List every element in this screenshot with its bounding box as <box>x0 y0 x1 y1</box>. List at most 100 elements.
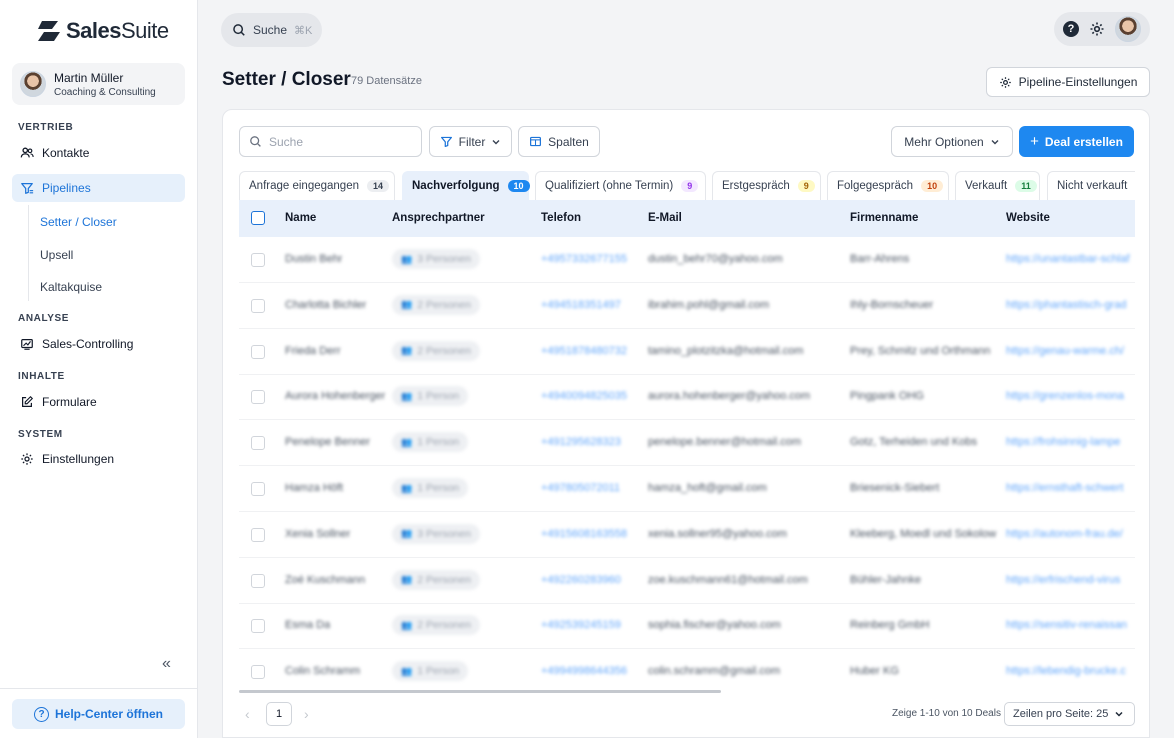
row-checkbox[interactable] <box>251 344 265 359</box>
contact-persons-pill[interactable]: 👥 2 Personen <box>392 569 480 590</box>
table-row[interactable]: Frieda Derr +4951878480732 tamino_plotzitz… <box>239 329 1135 375</box>
tab-stage[interactable]: Anfrage eingegangen 14 <box>239 171 395 200</box>
cell-phone[interactable]: +4994998644356 <box>541 665 627 677</box>
contact-persons-pill[interactable]: 👥 3 Personen <box>392 249 480 269</box>
cell-website[interactable]: https://unantastbar-schlaf <box>1006 253 1134 265</box>
cell-website[interactable]: https://grenzenlos-mona <box>1006 390 1134 402</box>
gear-icon[interactable] <box>1089 21 1105 37</box>
user-card[interactable]: Martin Müller Coaching & Consulting <box>12 63 185 105</box>
tab-stage[interactable]: Qualifiziert (ohne Termin) 9 <box>535 171 706 200</box>
select-all-checkbox[interactable] <box>251 211 265 225</box>
contact-persons-pill[interactable]: 👥 1 Person <box>392 661 469 682</box>
pipeline-settings-button[interactable]: Pipeline-Einstellungen <box>986 67 1150 97</box>
contact-persons-pill[interactable]: 👥 1 Person <box>392 386 469 407</box>
tab-stage[interactable]: Folgegespräch 10 <box>827 171 949 200</box>
table-row[interactable]: Xenia Sollner +4915608163558 xenia.sollner… <box>239 512 1135 558</box>
table-row[interactable]: Zoé Kuschmann +492260283960 zoe.kuschmann6… <box>239 558 1135 604</box>
contact-persons-pill[interactable]: 👥 2 Personen <box>392 340 480 361</box>
column-header-phone[interactable]: Telefon <box>541 212 581 224</box>
table-row[interactable]: Colin Schramm +4994998644356 colin.schramm… <box>239 649 1135 690</box>
contact-persons-pill[interactable]: 👥 1 Person <box>392 478 469 498</box>
table-row[interactable]: Aurora Hohenberger +4940094825035 aurora.h… <box>239 374 1135 421</box>
tab-stage[interactable]: Nachverfolgung 10 <box>402 171 530 200</box>
table-row[interactable]: Dustin Behr +4957332677155 dustin_behr70@y… <box>239 237 1135 283</box>
cell-website[interactable]: https://phantastisch-grad <box>1006 299 1134 311</box>
row-checkbox[interactable] <box>251 436 265 451</box>
cell-phone[interactable]: +4957332677155 <box>541 253 627 265</box>
logo[interactable]: SalesSuite <box>34 18 169 44</box>
cell-email: xenia.sollner95@yahoo.com <box>648 527 787 540</box>
previous-page-icon[interactable]: ‹ <box>245 706 250 722</box>
table-search-input[interactable]: Suche <box>239 126 422 157</box>
sidebar-item-kontakte[interactable]: Kontakte <box>12 139 185 167</box>
row-checkbox[interactable] <box>251 573 265 588</box>
column-header-name[interactable]: Name <box>285 212 316 224</box>
people-icon: 👥 <box>401 619 413 630</box>
contact-persons-pill[interactable]: 👥 1 Person <box>392 432 469 453</box>
logo-text: SalesSuite <box>66 18 169 44</box>
cell-website[interactable]: https://autonom-frau.de/ <box>1006 528 1134 540</box>
contact-persons-pill[interactable]: 👥 2 Personen <box>392 294 480 315</box>
current-page[interactable]: 1 <box>266 702 292 726</box>
table-row[interactable]: Esma Da +492539245159 sophia.fischer@yahoo… <box>239 603 1135 650</box>
cell-website[interactable]: https://ernsthaft-schwert <box>1006 482 1134 494</box>
user-avatar[interactable] <box>1115 16 1141 42</box>
filter-button[interactable]: Filter <box>429 126 512 157</box>
cell-website[interactable]: https://lebendig-brucke.c <box>1006 665 1134 677</box>
rows-per-page-select[interactable]: Zeilen pro Seite: 25 <box>1004 702 1135 726</box>
contact-persons-pill[interactable]: 👥 3 Personen <box>392 523 480 544</box>
cell-phone[interactable]: +492260283960 <box>541 574 621 586</box>
more-options-button[interactable]: Mehr Optionen <box>891 126 1013 157</box>
sidebar-subitem-upsell[interactable]: Upsell <box>40 248 73 262</box>
row-checkbox[interactable] <box>251 482 265 496</box>
sidebar-subitem-setter-closer[interactable]: Setter / Closer <box>40 215 117 229</box>
tab-stage[interactable]: Erstgespräch 9 <box>712 171 821 200</box>
cell-phone[interactable]: +492539245159 <box>541 619 621 631</box>
cell-phone[interactable]: +494518351497 <box>541 299 621 311</box>
column-header-website[interactable]: Website <box>1006 212 1050 224</box>
row-checkbox[interactable] <box>251 665 265 680</box>
row-checkbox[interactable] <box>251 619 265 634</box>
help-center-button[interactable]: ? Help-Center öffnen <box>12 699 185 729</box>
row-checkbox[interactable] <box>251 527 265 542</box>
tab-stage[interactable]: Verkauft 11 <box>955 171 1040 200</box>
sidebar-item-einstellungen[interactable]: Einstellungen <box>12 445 185 473</box>
sidebar-subitem-kaltakquise[interactable]: Kaltakquise <box>40 280 102 294</box>
row-checkbox[interactable] <box>251 390 265 405</box>
help-icon[interactable]: ? <box>1063 21 1079 37</box>
columns-button[interactable]: Spalten <box>518 126 600 157</box>
column-header-email[interactable]: E-Mail <box>648 212 682 224</box>
cell-website[interactable]: https://genau-warme.ch/ <box>1006 345 1134 357</box>
table-row[interactable]: Penelope Benner +491295628323 penelope.ben… <box>239 420 1135 467</box>
table-row[interactable]: Hamza Höft +497805072011 hamza_hoft@gmail.… <box>239 466 1135 512</box>
cell-website[interactable]: https://erfrischend-virus <box>1006 574 1134 586</box>
create-deal-button[interactable]: + Deal erstellen <box>1019 126 1134 157</box>
cell-company: Kleeberg, Moedl und Sokolow <box>850 527 997 540</box>
cell-website[interactable]: https://sensitiv-renaissan <box>1006 619 1134 631</box>
sidebar-item-formulare[interactable]: Formulare <box>12 388 185 416</box>
cell-phone[interactable]: +491295628323 <box>541 436 621 448</box>
cell-phone[interactable]: +4940094825035 <box>541 390 627 402</box>
cell-phone[interactable]: +4915608163558 <box>541 528 627 540</box>
table-row[interactable]: Charlotta Bichler +494518351497 ibrahim.po… <box>239 283 1135 329</box>
cell-email: sophia.fischer@yahoo.com <box>648 619 781 632</box>
global-search-button[interactable]: Suche ⌘K <box>221 13 322 47</box>
cell-website[interactable]: https://frohsinnig-lampe <box>1006 436 1134 448</box>
rows-per-page-label: Zeilen pro Seite: 25 <box>1013 708 1109 720</box>
horizontal-scrollbar[interactable] <box>239 690 721 693</box>
contact-persons-pill[interactable]: 👥 2 Personen <box>392 615 480 636</box>
column-header-company[interactable]: Firmenname <box>850 212 918 224</box>
cell-phone[interactable]: +497805072011 <box>541 482 620 494</box>
chevron-down-icon <box>1115 711 1123 717</box>
row-checkbox[interactable] <box>251 253 265 267</box>
collapse-sidebar-icon[interactable]: « <box>162 655 171 673</box>
sidebar-item-sales-controlling[interactable]: Sales-Controlling <box>12 330 185 358</box>
sidebar-item-pipelines[interactable]: Pipelines <box>12 174 185 202</box>
filter-icon <box>440 136 452 147</box>
tab-stage[interactable]: Nicht verkauft <box>1047 171 1135 200</box>
row-checkbox[interactable] <box>251 298 265 313</box>
column-header-contact[interactable]: Ansprechpartner <box>392 212 485 224</box>
cell-phone[interactable]: +4951878480732 <box>541 345 627 357</box>
tab-label: Qualifiziert (ohne Termin) <box>545 180 674 192</box>
next-page-icon[interactable]: › <box>304 706 309 722</box>
